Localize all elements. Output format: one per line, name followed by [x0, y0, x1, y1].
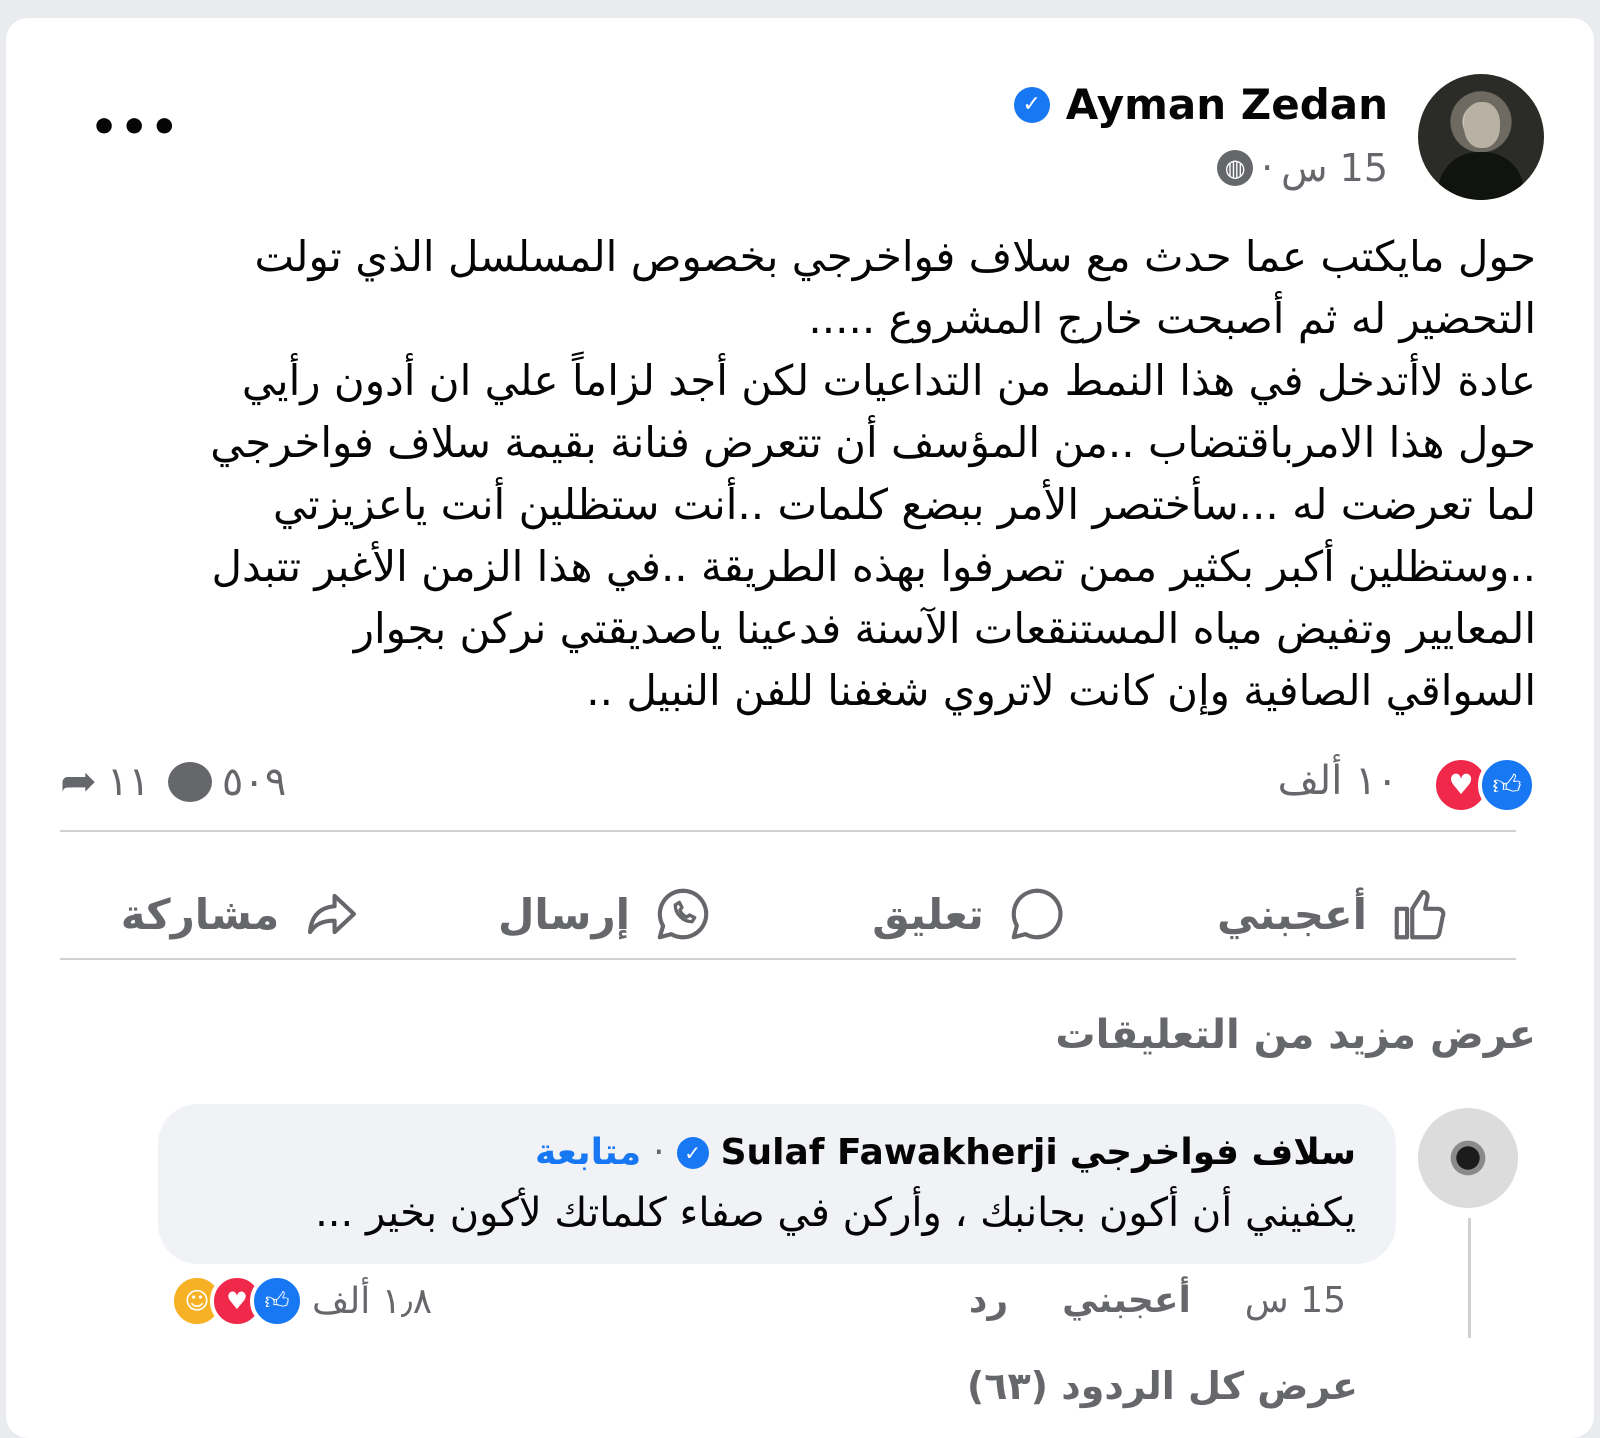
meta-separator: · — [1261, 146, 1274, 190]
more-options-button[interactable]: ••• — [90, 102, 180, 153]
post-text-line: التحضير له ثم أصبحت خارج المشروع ..... — [808, 294, 1536, 343]
post-text-line: لما تعرضت له ...سأختصر الأمر ببضع كلمات … — [273, 480, 1536, 529]
send-button[interactable]: إرسال — [424, 854, 788, 974]
comment-bubble: سلاف فواخرجي Sulaf Fawakherji ✓ · متابعة… — [158, 1104, 1396, 1264]
comment-button[interactable]: تعليق — [788, 854, 1152, 974]
post-text-line: عادة لاأتدخل في هذا النمط من التداعيات ل… — [241, 356, 1536, 405]
like-reaction-icon: 👍︎ — [250, 1274, 304, 1328]
comment-time[interactable]: 15 س — [1245, 1280, 1346, 1321]
comments-count: ٥٠٩ — [221, 758, 287, 805]
reactions-count[interactable]: ١٠ ألف — [1278, 758, 1398, 804]
header-separator: · — [653, 1132, 665, 1173]
author-name[interactable]: Ayman Zedan — [1066, 80, 1388, 129]
divider — [60, 830, 1516, 832]
verified-badge-icon: ✓ — [1013, 86, 1050, 123]
avatar-shoulders — [1438, 152, 1524, 200]
shares-stat[interactable]: ➦ ١١ — [60, 756, 150, 807]
comment-reactions-count: ١٫٨ ألف — [312, 1280, 433, 1322]
post-card: ✓ Ayman Zedan 15 س · ◍ ••• حول مايكتب عم… — [6, 18, 1594, 1438]
comment-text: يكفيني أن أكون بجانبك ، وأركن في صفاء كل… — [315, 1190, 1356, 1236]
view-more-comments-link[interactable]: عرض مزيد من التعليقات — [1055, 1012, 1536, 1058]
author-row: ✓ Ayman Zedan — [1013, 80, 1388, 129]
follow-button[interactable]: متابعة — [535, 1132, 641, 1173]
comment-bubble-icon — [167, 761, 212, 802]
comment-like-button[interactable]: أعجبني — [1062, 1280, 1191, 1321]
comment-reply-button[interactable]: رد — [969, 1280, 1008, 1321]
share-label: مشاركة — [120, 889, 280, 939]
comments-stat[interactable]: ٥٠٩ — [167, 758, 287, 805]
view-all-replies-link[interactable]: عرض كل الردود (٦٣) — [967, 1364, 1358, 1408]
avatar-face — [1464, 102, 1500, 148]
like-label: أعجبني — [1216, 889, 1368, 939]
share-icon — [308, 893, 357, 935]
post-text-line: حول هذا الامرباقتضاب ..من المؤسف أن تتعر… — [210, 418, 1536, 467]
comment-meta: 15 س أعجبني رد — [969, 1280, 1346, 1321]
thumbs-up-icon — [1394, 889, 1446, 940]
post-text-line: حول مايكتب عما حدث مع سلاف فواخرجي بخصوص… — [254, 232, 1536, 281]
action-bar: أعجبني تعليق إرسال مشاركة — [60, 854, 1516, 974]
reaction-icons[interactable]: 👍︎ ♥ — [1432, 756, 1536, 814]
comment-reactions[interactable]: ☺ ♥ 👍︎ ١٫٨ ألف — [170, 1274, 432, 1328]
post-text-line: ..وستظلين أكبر بكثير ممن تصرفوا بهذه الط… — [211, 542, 1536, 591]
post-time[interactable]: 15 س — [1281, 146, 1388, 190]
send-label: إرسال — [497, 889, 631, 939]
comment-reaction-icons: ☺ ♥ 👍︎ — [170, 1274, 304, 1328]
post-meta: 15 س · ◍ — [1217, 146, 1388, 190]
commenter-avatar[interactable] — [1418, 1108, 1518, 1208]
author-avatar[interactable] — [1418, 74, 1544, 200]
divider — [60, 958, 1516, 960]
verified-badge-icon: ✓ — [676, 1136, 709, 1169]
comment-icon — [1011, 888, 1063, 940]
comment-label: تعليق — [872, 889, 984, 939]
post-text-line: السواقي الصافية وإن كانت لاتروي شغفنا لل… — [586, 666, 1536, 715]
post-text: حول مايكتب عما حدث مع سلاف فواخرجي بخصوص… — [76, 226, 1536, 722]
commenter-name-en[interactable]: Sulaf Fawakherji — [721, 1132, 1058, 1173]
post-text-line: المعايير وتفيض مياه المستنقعات الآسنة فد… — [353, 604, 1536, 653]
globe-icon: ◍ — [1217, 150, 1254, 186]
like-reaction-icon: 👍︎ — [1478, 756, 1536, 814]
share-arrow-icon: ➦ — [60, 756, 97, 807]
thread-line — [1468, 1218, 1471, 1338]
whatsapp-icon — [657, 888, 709, 940]
shares-count: ١١ — [106, 758, 150, 805]
share-button[interactable]: مشاركة — [60, 854, 424, 974]
commenter-name-ar[interactable]: سلاف فواخرجي — [1070, 1132, 1356, 1173]
like-button[interactable]: أعجبني — [1152, 854, 1516, 974]
post-stats: ➦ ١١ ٥٠٩ — [60, 756, 286, 807]
comment-header: سلاف فواخرجي Sulaf Fawakherji ✓ · متابعة — [535, 1132, 1356, 1173]
